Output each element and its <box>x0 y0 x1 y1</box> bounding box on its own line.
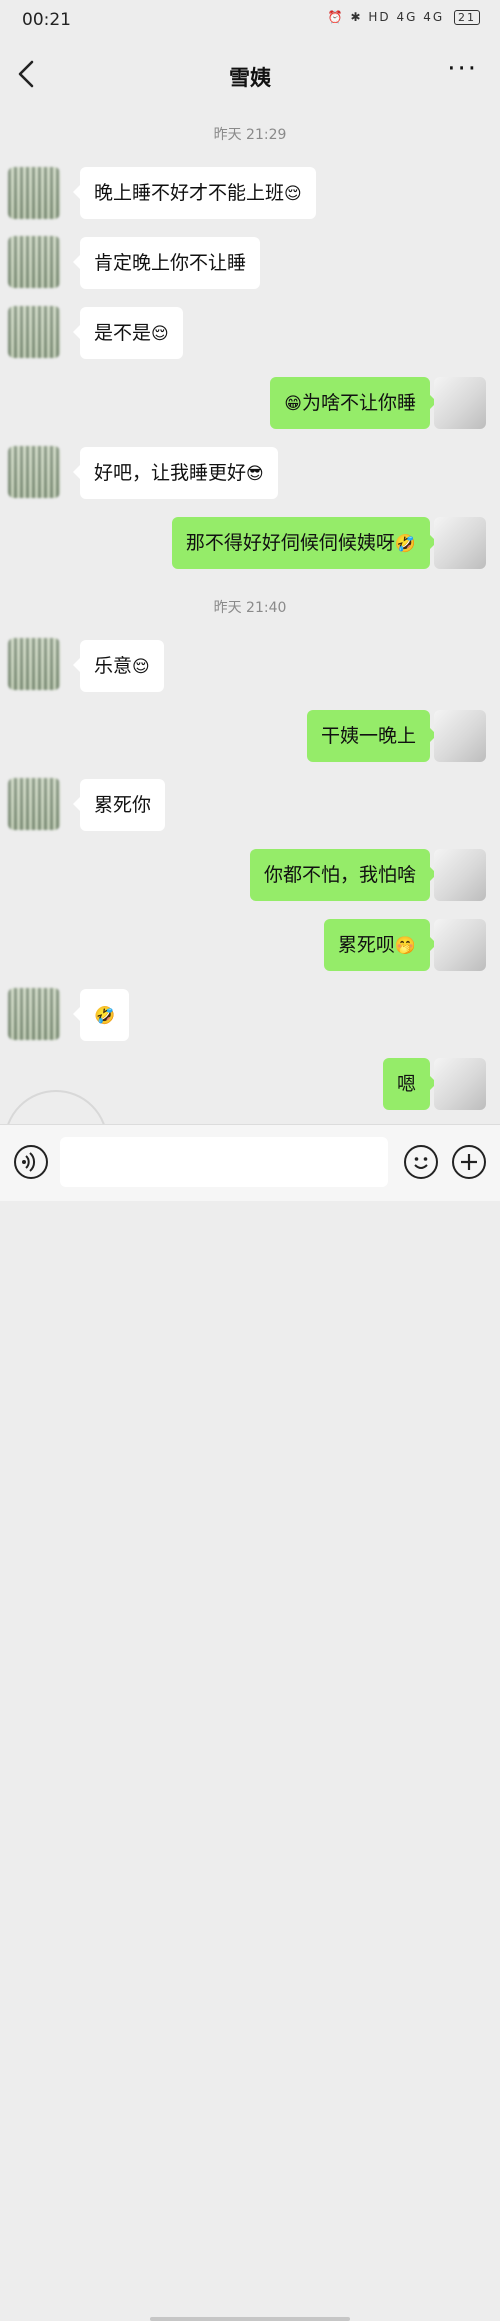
status-time: 00:21 <box>22 10 71 30</box>
message-bubble-received[interactable]: 晚上睡不好才不能上班😌 <box>73 167 316 219</box>
emoji-icon: 😌 <box>132 657 150 677</box>
chat-timestamp: 昨天 21:29 <box>213 127 287 143</box>
message-bubble-sent[interactable]: 干姨一晚上 <box>306 710 438 762</box>
message-bubble-received[interactable]: 🤣 <box>72 989 130 1041</box>
emoji-icon: 😁 <box>284 394 302 414</box>
more-options-button[interactable]: ··· <box>447 54 478 84</box>
contact-avatar[interactable] <box>8 167 60 219</box>
user-avatar[interactable] <box>434 710 486 762</box>
user-avatar[interactable] <box>434 377 486 429</box>
contact-avatar[interactable] <box>8 446 60 498</box>
message-text: 为啥不让你睡 <box>301 392 416 414</box>
message-bubble-sent[interactable]: 那不得好好伺候伺候姨呀🤣 <box>171 517 438 569</box>
contact-avatar[interactable] <box>8 236 60 288</box>
message-text: 累死你 <box>94 794 152 816</box>
message-text: 晚上睡不好才不能上班 <box>94 182 285 204</box>
voice-icon[interactable] <box>14 1145 48 1179</box>
message-text: 是不是 <box>94 322 152 344</box>
message-text: 那不得好好伺候伺候姨呀 <box>185 532 395 554</box>
message-input[interactable] <box>60 1137 388 1187</box>
message-bubble-received[interactable]: 累死你 <box>72 779 166 831</box>
user-avatar[interactable] <box>434 1058 486 1110</box>
input-bar <box>0 1124 500 2321</box>
message-text: 乐意 <box>94 655 133 677</box>
message-text: 嗯 <box>396 1073 416 1095</box>
message-bubble-sent[interactable]: 嗯 <box>382 1058 438 1110</box>
status-bar: 00:21 ⏰ ✱ HD 4G 4G 21 <box>0 0 500 42</box>
chat-title: 雪姨 <box>229 66 271 90</box>
message-bubble-sent[interactable]: 你都不怕，我怕啥 <box>249 849 438 901</box>
message-text: 好吧，让我睡更好 <box>94 462 247 484</box>
chat-timestamp: 昨天 21:40 <box>213 600 287 616</box>
message-bubble-sent[interactable]: 累死呗🤭 <box>323 919 438 971</box>
message-bubble-sent[interactable]: 😁为啥不让你睡 <box>270 377 437 429</box>
emoji-icon: 🤣 <box>394 534 416 554</box>
battery-icon: 21 <box>454 10 480 25</box>
message-text: 肯定晚上你不让睡 <box>94 252 247 274</box>
home-indicator <box>150 2317 350 2321</box>
message-bubble-received[interactable]: 是不是😌 <box>73 307 183 359</box>
contact-avatar[interactable] <box>8 778 60 830</box>
emoji-icon: 😎 <box>246 464 264 484</box>
user-avatar[interactable] <box>434 517 486 569</box>
message-bubble-received[interactable]: 好吧，让我睡更好😎 <box>73 447 278 499</box>
emoji-icon: 😌 <box>284 184 302 204</box>
message-text: 你都不怕，我怕啥 <box>263 864 416 886</box>
emoji-icon: 🤭 <box>394 936 416 956</box>
message-bubble-received[interactable]: 肯定晚上你不让睡 <box>72 237 261 289</box>
emoji-icon: 🤣 <box>94 1006 116 1026</box>
title-bar: 雪姨 ··· <box>0 42 500 108</box>
status-icon-group: ⏰ ✱ HD 4G 4G <box>327 10 445 24</box>
message-text: 干姨一晚上 <box>320 725 416 747</box>
emoji-icon[interactable] <box>404 1145 438 1179</box>
user-avatar[interactable] <box>434 919 486 971</box>
user-avatar[interactable] <box>434 849 486 901</box>
contact-avatar[interactable] <box>8 988 60 1040</box>
contact-avatar[interactable] <box>8 306 60 358</box>
emoji-icon: 😌 <box>151 324 169 344</box>
contact-avatar[interactable] <box>8 638 60 690</box>
plus-icon[interactable] <box>452 1145 486 1179</box>
message-text: 累死呗 <box>337 934 395 956</box>
status-icons: ⏰ ✱ HD 4G 4G 21 <box>328 10 480 25</box>
message-bubble-received[interactable]: 乐意😌 <box>73 640 164 692</box>
